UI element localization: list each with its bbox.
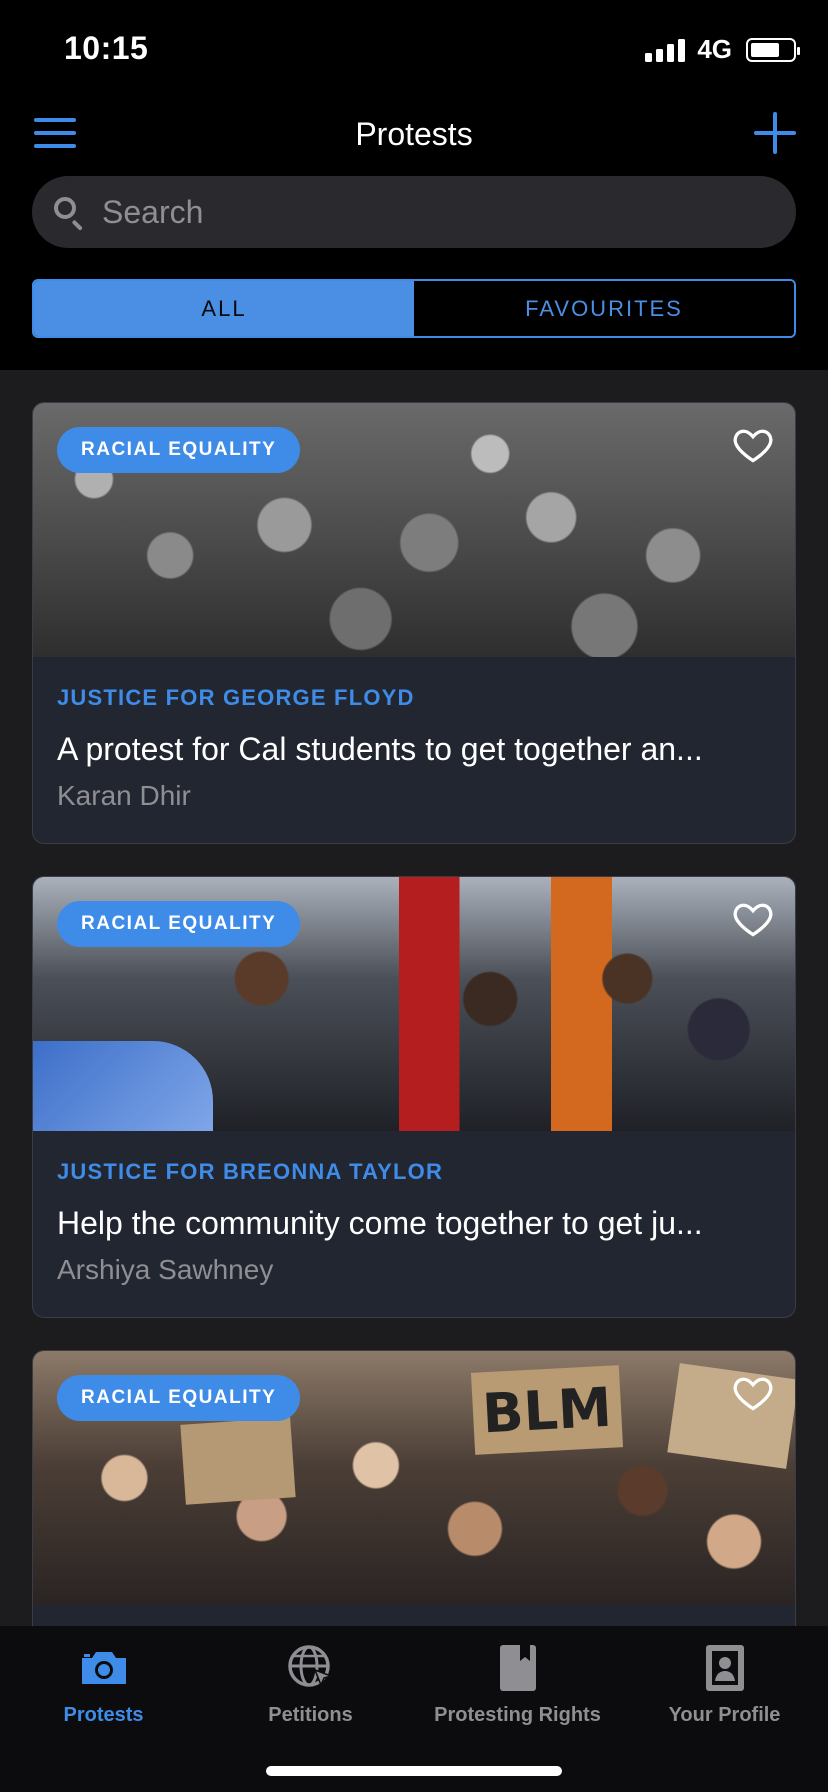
card-author: Arshiya Sawhney — [57, 1254, 274, 1285]
network-label: 4G — [697, 34, 732, 64]
status-time: 10:15 — [64, 30, 149, 66]
card-kicker: JUSTICE FOR BREONNA TAYLOR — [57, 1159, 444, 1184]
home-indicator[interactable] — [266, 1766, 562, 1776]
add-plus-icon[interactable] — [752, 110, 798, 156]
protest-card[interactable]: BLM RACIAL EQUALITY — [32, 1350, 796, 1626]
tab-your-profile[interactable]: Your Profile — [621, 1642, 828, 1727]
category-tag: RACIAL EQUALITY — [57, 427, 301, 473]
signal-icon — [645, 38, 686, 62]
status-bar: 10:15 4G — [0, 0, 828, 100]
page-title: Protests — [355, 116, 473, 152]
globe-cursor-icon — [207, 1642, 414, 1694]
profile-icon — [621, 1642, 828, 1694]
tab-protests[interactable]: Protests — [0, 1642, 207, 1727]
protest-card[interactable]: RACIAL EQUALITY JUSTICE FOR GEORGE FLOYD… — [32, 402, 796, 844]
tab-petitions[interactable]: Petitions — [207, 1642, 414, 1727]
tab-label: Protesting Rights — [434, 1704, 601, 1726]
card-description: A protest for Cal students to get togeth… — [57, 731, 703, 767]
book-icon — [414, 1642, 621, 1694]
card-author: Karan Dhir — [57, 780, 191, 811]
search-icon — [52, 195, 86, 231]
tab-label: Your Profile — [668, 1704, 781, 1726]
segment-all[interactable]: ALL — [34, 281, 414, 336]
battery-icon — [746, 37, 800, 62]
search-bar[interactable] — [32, 176, 796, 248]
card-image: BLM RACIAL EQUALITY — [33, 1351, 795, 1605]
tab-label: Petitions — [268, 1704, 353, 1726]
camera-icon — [0, 1642, 207, 1694]
filter-segmented-control: ALL FAVOURITES — [32, 279, 796, 338]
protest-list: RACIAL EQUALITY JUSTICE FOR GEORGE FLOYD… — [0, 370, 828, 1626]
card-kicker: JUSTICE FOR GEORGE FLOYD — [57, 685, 415, 710]
heart-icon[interactable] — [731, 897, 775, 941]
segment-favourites[interactable]: FAVOURITES — [414, 281, 794, 336]
heart-icon[interactable] — [731, 1371, 775, 1415]
status-indicators: 4G — [645, 34, 800, 65]
category-tag: RACIAL EQUALITY — [57, 1375, 301, 1421]
card-description: Help the community come together to get … — [57, 1205, 703, 1241]
search-input[interactable] — [102, 193, 796, 231]
card-image: RACIAL EQUALITY — [33, 877, 795, 1131]
tab-label: Protests — [63, 1704, 144, 1726]
protest-sign: BLM — [470, 1365, 624, 1455]
heart-icon[interactable] — [731, 423, 775, 467]
protest-card[interactable]: RACIAL EQUALITY JUSTICE FOR BREONNA TAYL… — [32, 876, 796, 1318]
card-image: RACIAL EQUALITY — [33, 403, 795, 657]
tab-protesting-rights[interactable]: Protesting Rights — [414, 1642, 621, 1727]
nav-bar: Protests — [0, 100, 828, 176]
category-tag: RACIAL EQUALITY — [57, 901, 301, 947]
